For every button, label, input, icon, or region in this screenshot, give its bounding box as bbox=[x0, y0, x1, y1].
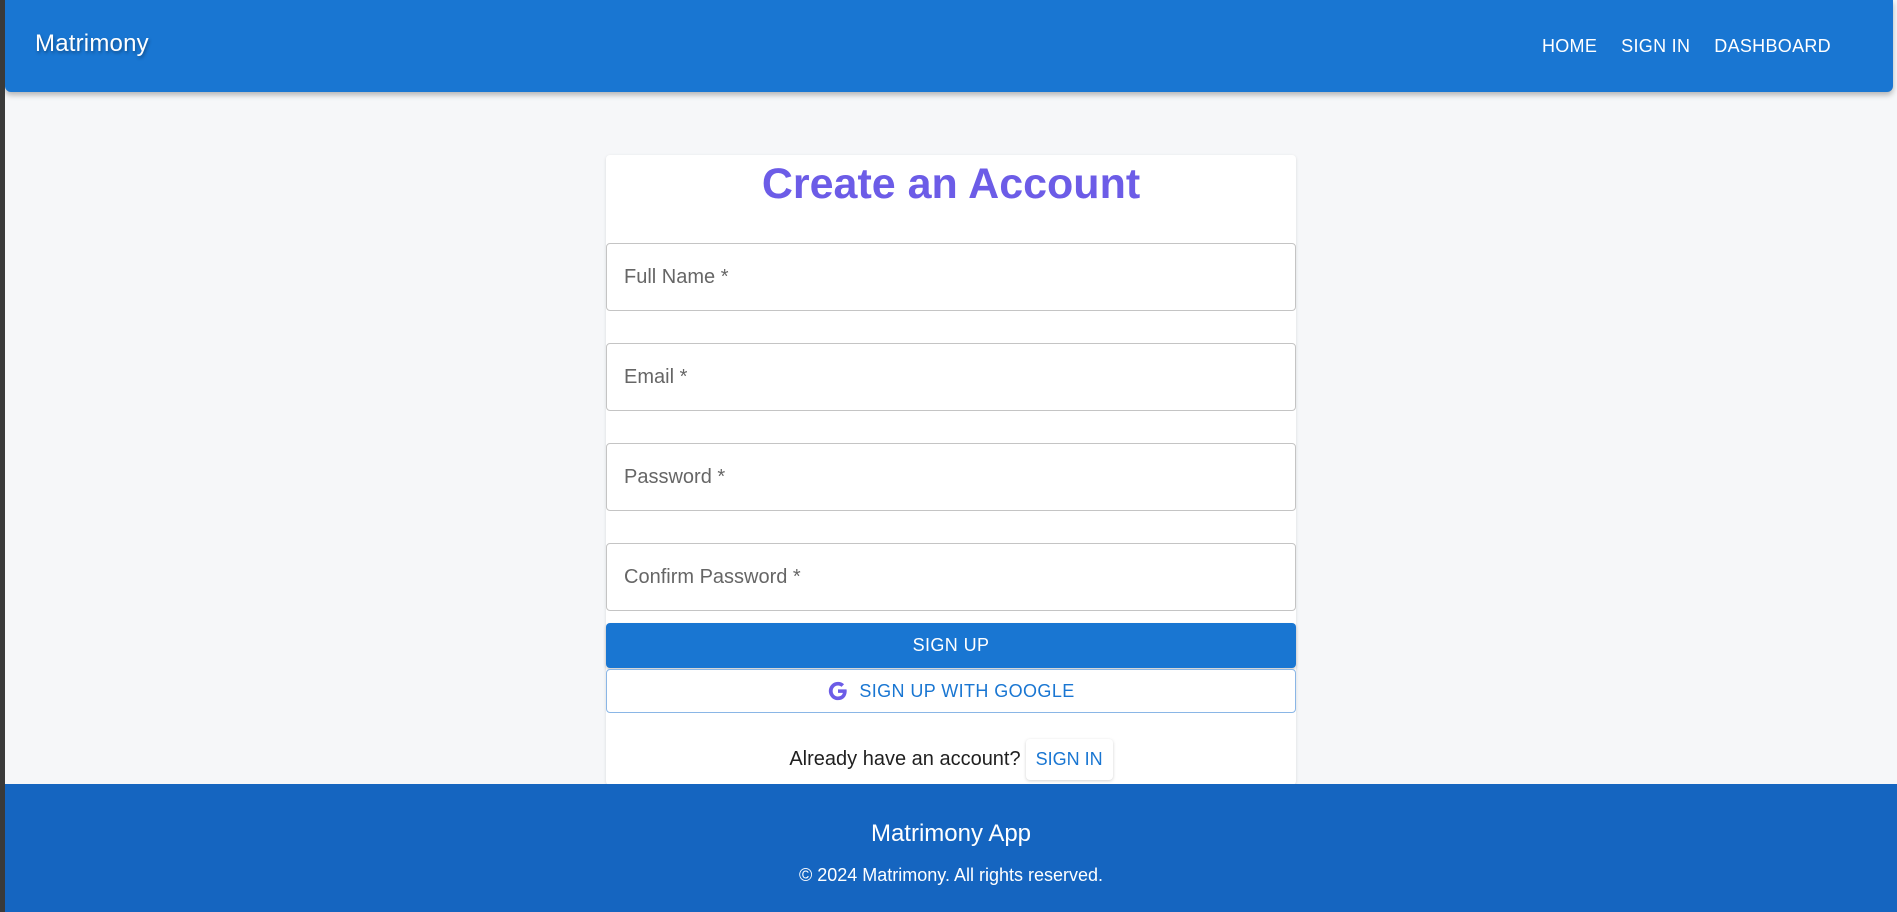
google-button-label: SIGN UP WITH GOOGLE bbox=[859, 680, 1075, 701]
footer-copyright: © 2024 Matrimony. All rights reserved. bbox=[798, 865, 1104, 885]
full-name-input[interactable] bbox=[607, 244, 1295, 310]
password-field[interactable] bbox=[606, 443, 1296, 511]
brand-logo-text[interactable]: Matrimony bbox=[35, 30, 149, 58]
sign-in-prompt-text: Already have an account? bbox=[789, 747, 1021, 770]
confirm-password-field[interactable] bbox=[606, 543, 1296, 611]
sign-in-prompt-row: Already have an account? SIGN IN bbox=[606, 735, 1296, 783]
email-field[interactable] bbox=[606, 343, 1296, 411]
google-g-icon bbox=[827, 680, 849, 702]
footer-title: Matrimony App bbox=[870, 820, 1032, 847]
email-input[interactable] bbox=[607, 344, 1295, 410]
sign-up-with-google-button[interactable]: SIGN UP WITH GOOGLE bbox=[606, 669, 1296, 713]
page-title: Create an Account bbox=[761, 160, 1141, 208]
nav-dashboard[interactable]: DASHBOARD bbox=[1704, 28, 1841, 65]
sign-in-link-button[interactable]: SIGN IN bbox=[1025, 738, 1113, 780]
page: Matrimony HOME SIGN IN DASHBOARD Create … bbox=[5, 0, 1897, 912]
nav-home[interactable]: HOME bbox=[1532, 28, 1607, 65]
full-name-field[interactable] bbox=[606, 243, 1296, 311]
signup-card: Create an Account SIGN UP bbox=[606, 155, 1296, 785]
footer: Matrimony App © 2024 Matrimony. All righ… bbox=[5, 784, 1897, 912]
nav-sign-in[interactable]: SIGN IN bbox=[1611, 28, 1700, 65]
sign-up-button[interactable]: SIGN UP bbox=[606, 623, 1296, 668]
password-input[interactable] bbox=[607, 444, 1295, 510]
sign-up-button-label: SIGN UP bbox=[912, 635, 990, 655]
confirm-password-input[interactable] bbox=[607, 544, 1295, 610]
app-bar: Matrimony HOME SIGN IN DASHBOARD bbox=[5, 0, 1893, 92]
top-nav: HOME SIGN IN DASHBOARD bbox=[1532, 0, 1841, 92]
